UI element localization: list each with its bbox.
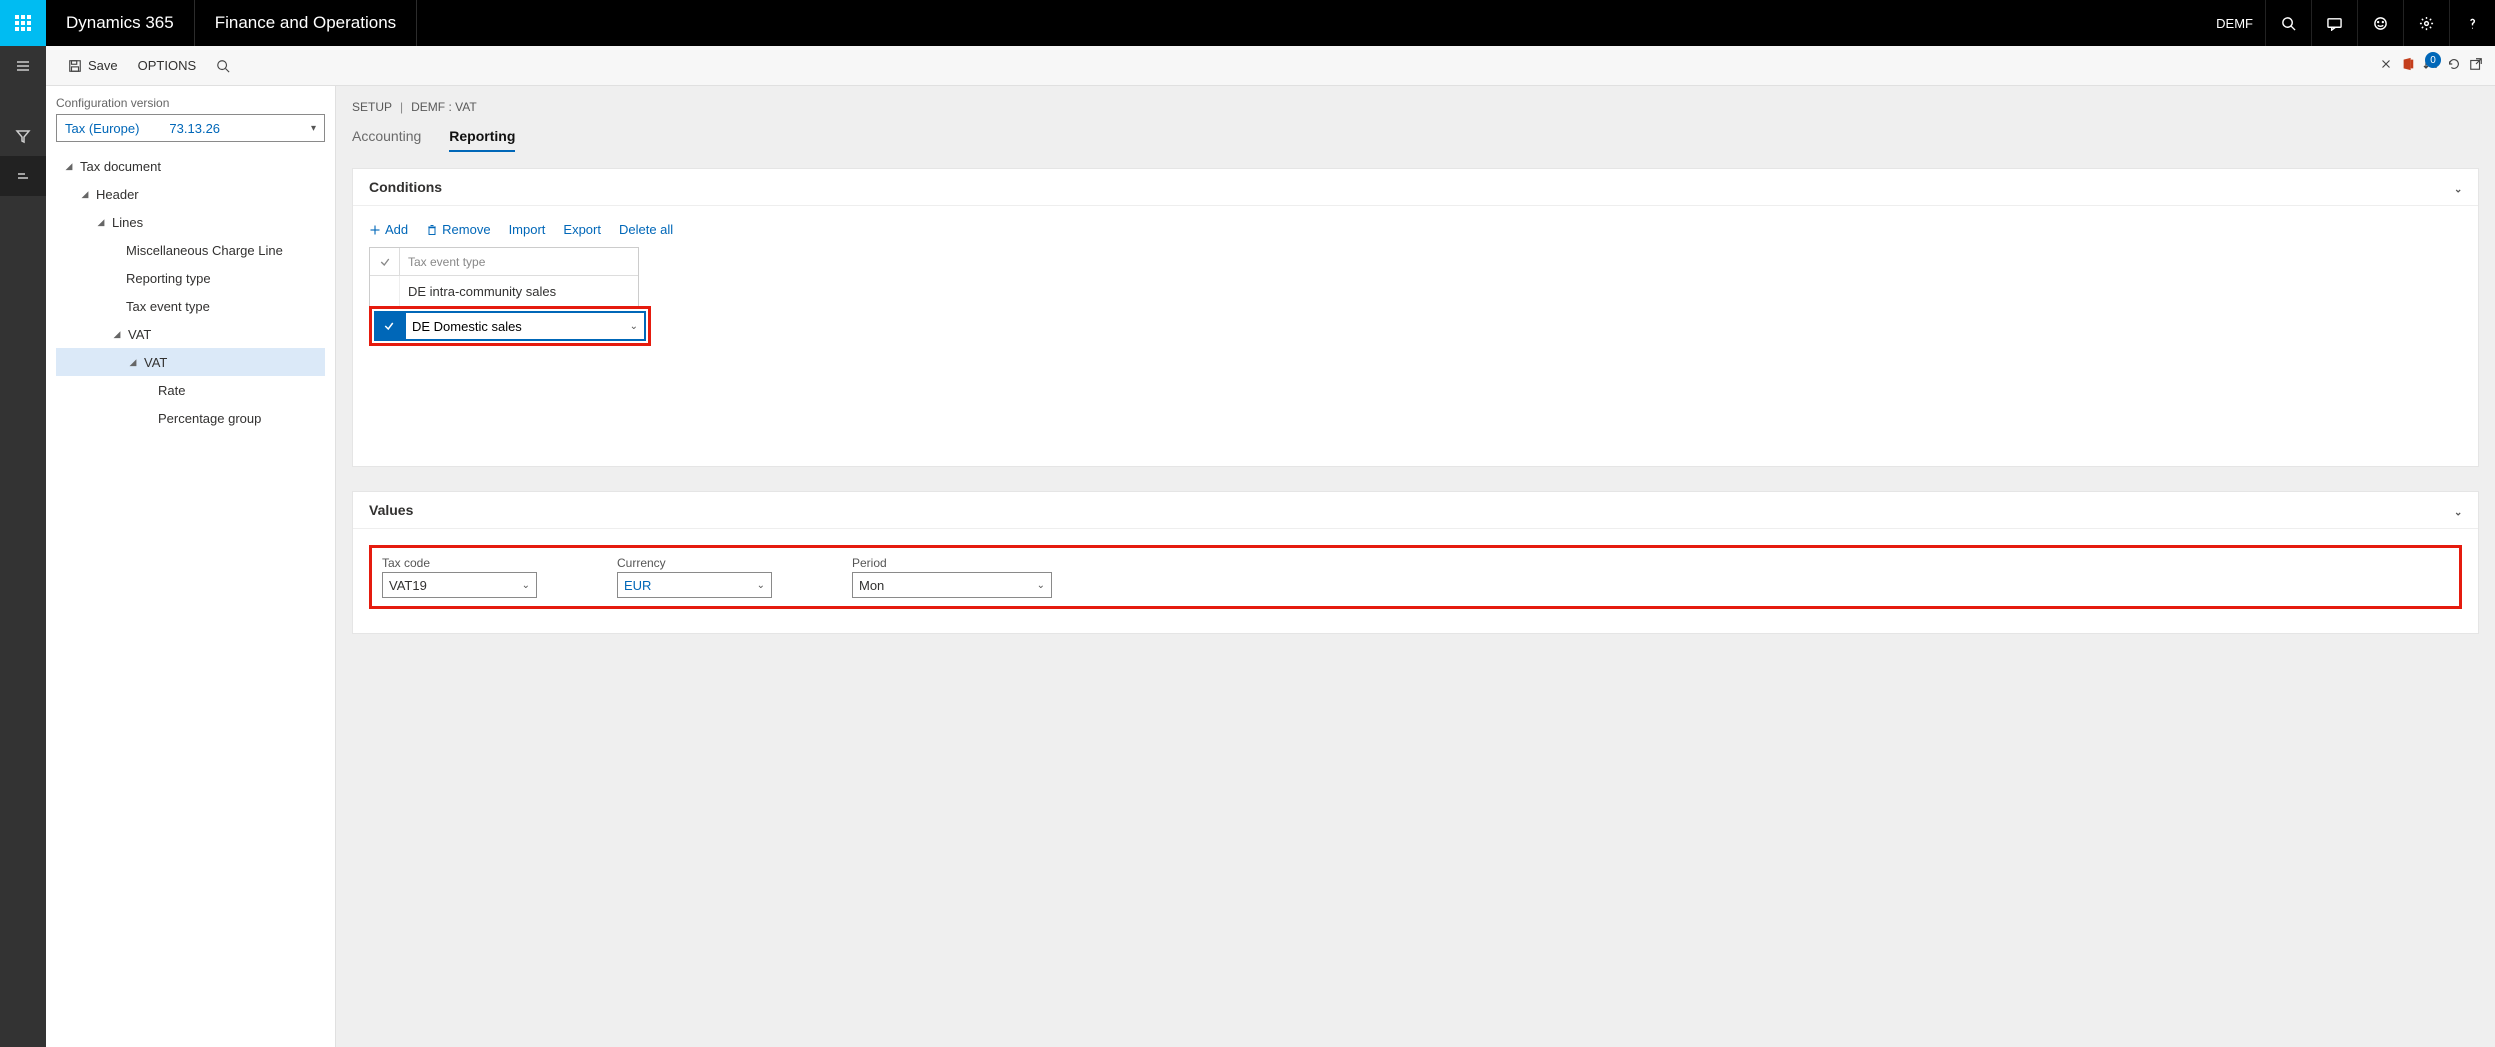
notifications-icon[interactable]: 0 [2423, 56, 2439, 75]
collapse-icon[interactable]: ⌃ [2454, 505, 2462, 516]
search-icon[interactable] [2265, 0, 2311, 46]
tree-vat[interactable]: ◢VAT [56, 348, 325, 376]
chevron-down-icon: ⌄ [522, 580, 530, 591]
period-dropdown[interactable]: Mon ⌄ [852, 572, 1052, 598]
save-button[interactable]: Save [58, 58, 128, 73]
period-label: Period [852, 556, 1052, 570]
lines-icon[interactable] [0, 156, 46, 196]
breadcrumb-entity: DEMF : VAT [411, 100, 477, 114]
tree-percentage-group[interactable]: Percentage group [56, 404, 325, 432]
chevron-down-icon: ⌄ [1037, 580, 1045, 591]
tax-code-value: VAT19 [389, 578, 427, 593]
tree-tax-event-type[interactable]: Tax event type [56, 292, 325, 320]
product-name[interactable]: Dynamics 365 [46, 0, 194, 46]
conditions-grid: Tax event type DE intra-community sales [369, 247, 639, 307]
breadcrumb: SETUP | DEMF : VAT [352, 86, 2479, 122]
section-values: Values ⌃ Tax code VAT19 ⌄ [352, 491, 2479, 634]
currency-value: EUR [624, 578, 651, 593]
filter-icon[interactable] [0, 116, 46, 156]
help-icon[interactable] [2449, 0, 2495, 46]
breadcrumb-separator: | [400, 100, 403, 114]
options-button[interactable]: OPTIONS [128, 58, 207, 73]
collapse-icon[interactable]: ⌃ [2454, 182, 2462, 193]
notification-count: 0 [2425, 52, 2441, 68]
config-tree: ◢Tax document ◢Header ◢Lines Miscellaneo… [56, 152, 325, 432]
tab-accounting[interactable]: Accounting [352, 122, 421, 152]
config-version: 73.13.26 [169, 121, 220, 136]
settings-icon[interactable] [2403, 0, 2449, 46]
currency-dropdown[interactable]: EUR ⌄ [617, 572, 772, 598]
company-code[interactable]: DEMF [2204, 16, 2265, 31]
tab-reporting[interactable]: Reporting [449, 122, 515, 152]
tree-misc-charge-line[interactable]: Miscellaneous Charge Line [56, 236, 325, 264]
select-all-checkbox[interactable] [370, 248, 400, 275]
cell-tax-event-type-editor[interactable]: ⌄ [404, 311, 646, 341]
section-values-title: Values [369, 502, 413, 518]
currency-label: Currency [617, 556, 772, 570]
tax-code-dropdown[interactable]: VAT19 ⌄ [382, 572, 537, 598]
save-label: Save [88, 58, 118, 73]
section-conditions-title: Conditions [369, 179, 442, 195]
row-select-active[interactable] [374, 311, 404, 341]
app-launcher-button[interactable] [0, 0, 46, 46]
tree-vat-group[interactable]: ◢VAT [56, 320, 325, 348]
remove-button[interactable]: Remove [426, 222, 490, 237]
popout-icon[interactable] [2469, 57, 2483, 74]
period-value: Mon [859, 578, 884, 593]
delete-all-button[interactable]: Delete all [619, 222, 673, 237]
column-header-tax-event-type[interactable]: Tax event type [400, 248, 638, 275]
link-icon[interactable] [2379, 57, 2393, 74]
chevron-down-icon: ▾ [311, 123, 316, 134]
hamburger-icon[interactable] [0, 46, 46, 86]
tree-reporting-type[interactable]: Reporting type [56, 264, 325, 292]
office-icon[interactable] [2401, 57, 2415, 74]
grid-row[interactable]: DE intra-community sales [370, 276, 638, 306]
tax-event-type-input[interactable] [412, 319, 630, 334]
chevron-down-icon[interactable]: ⌄ [630, 321, 638, 332]
config-name: Tax (Europe) [65, 121, 139, 136]
row-select[interactable] [370, 276, 400, 306]
config-version-label: Configuration version [56, 96, 325, 110]
import-button[interactable]: Import [509, 222, 546, 237]
app-name[interactable]: Finance and Operations [195, 0, 416, 46]
refresh-icon[interactable] [2447, 57, 2461, 74]
breadcrumb-setup[interactable]: SETUP [352, 100, 392, 114]
config-version-dropdown[interactable]: Tax (Europe) 73.13.26 ▾ [56, 114, 325, 142]
smiley-icon[interactable] [2357, 0, 2403, 46]
section-conditions: Conditions ⌃ Add Remove [352, 168, 2479, 467]
cell-tax-event-type[interactable]: DE intra-community sales [400, 276, 638, 306]
tree-tax-document[interactable]: ◢Tax document [56, 152, 325, 180]
chevron-down-icon: ⌄ [757, 580, 765, 591]
tree-header[interactable]: ◢Header [56, 180, 325, 208]
export-button[interactable]: Export [563, 222, 601, 237]
tree-rate[interactable]: Rate [56, 376, 325, 404]
messages-icon[interactable] [2311, 0, 2357, 46]
add-button[interactable]: Add [369, 222, 408, 237]
tax-code-label: Tax code [382, 556, 537, 570]
search-command-icon[interactable] [206, 59, 240, 73]
tree-lines[interactable]: ◢Lines [56, 208, 325, 236]
